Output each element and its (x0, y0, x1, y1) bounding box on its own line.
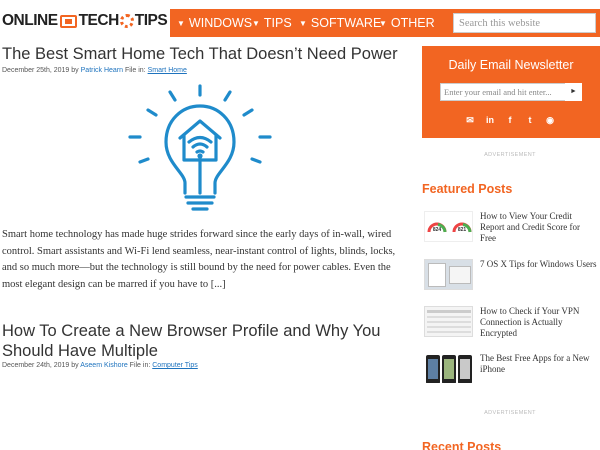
featured-posts-heading: Featured Posts (422, 182, 513, 196)
nav-label: WINDOWS (188, 16, 253, 30)
featured-post-link[interactable]: 7 OS X Tips for Windows Users (480, 259, 598, 270)
featured-post-thumbnail[interactable] (424, 306, 473, 337)
newsletter-title: Daily Email Newsletter (448, 58, 574, 72)
linkedin-icon[interactable]: in (484, 114, 496, 126)
newsletter-submit-button[interactable]: ► (565, 83, 582, 101)
table-line (427, 321, 471, 323)
credit-score-gauges: 824 821 (427, 222, 472, 233)
featured-post-thumbnail[interactable]: 824 821 (424, 211, 473, 242)
advertisement-label: ADVERTISEMENT (484, 410, 536, 416)
email-icon[interactable]: ✉ (464, 114, 476, 126)
phone-image (458, 355, 472, 383)
search-input[interactable] (453, 13, 596, 33)
smart-home-bulb-illustration[interactable] (100, 80, 300, 220)
post-date: December 25th, 2019 (2, 67, 70, 74)
article-excerpt: Smart home technology has made huge stri… (2, 229, 396, 290)
window-preview (428, 263, 446, 287)
author-link[interactable]: Aseem Kishore (80, 362, 127, 369)
title-line: How To Create a New Browser Profile and … (2, 322, 381, 340)
featured-post-link[interactable]: How to View Your Credit Report and Credi… (480, 211, 598, 244)
featured-post-link[interactable]: How to Check if Your VPN Connection is A… (480, 306, 598, 339)
file-in-label: File in: (125, 67, 146, 74)
nav-item-other[interactable]: ▼ OTHER (379, 9, 435, 37)
table-line (427, 310, 471, 313)
nav-label: TIPS (263, 16, 292, 30)
logo-text-tips: TIPS (134, 12, 168, 29)
newsletter-email-input[interactable] (440, 83, 582, 101)
newsletter-box: Daily Email Newsletter ► ✉ in f t ◉ (422, 46, 600, 138)
article-meta: December 24th, 2019 by Aseem Kishore Fil… (2, 362, 198, 369)
nav-label: SOFTWARE (310, 16, 382, 30)
table-line (427, 316, 471, 318)
featured-post-thumbnail[interactable] (424, 259, 473, 290)
caret-down-icon: ▼ (177, 19, 185, 28)
by-label: by (71, 362, 79, 369)
site-logo[interactable]: ONLINE TECH TIPS (2, 8, 168, 34)
post-date: December 24th, 2019 (2, 362, 70, 369)
score-value: 821 (458, 227, 467, 233)
tv-icon (59, 14, 77, 28)
recent-posts-heading: Recent Posts (422, 440, 502, 450)
table-line (427, 326, 471, 328)
score-value: 824 (433, 227, 442, 233)
rss-icon[interactable]: ◉ (544, 114, 556, 126)
logo-text-tech: TECH (78, 12, 120, 29)
category-link[interactable]: Smart Home (148, 67, 187, 74)
gear-icon (119, 14, 134, 28)
nav-item-tips[interactable]: ▼ TIPS (252, 9, 292, 37)
advertisement-label: ADVERTISEMENT (484, 152, 536, 158)
table-line (427, 331, 471, 333)
file-in-label: File in: (129, 362, 151, 369)
window-preview (449, 266, 471, 284)
featured-post-link[interactable]: The Best Free Apps for a New iPhone (480, 353, 598, 375)
caret-down-icon: ▼ (252, 19, 260, 28)
article-title[interactable]: The Best Smart Home Tech That Doesn’t Ne… (2, 44, 398, 64)
caret-down-icon: ▼ (299, 19, 307, 28)
nav-item-software[interactable]: ▼ SOFTWARE (299, 9, 381, 37)
article-meta: December 25th, 2019 by Patrick Hearn Fil… (2, 67, 187, 74)
phone-image (442, 355, 456, 383)
category-link[interactable]: Computer Tips (152, 362, 198, 369)
phone-image (426, 355, 440, 383)
featured-post-thumbnail[interactable] (424, 353, 473, 384)
nav-label: OTHER (390, 16, 435, 30)
twitter-icon[interactable]: t (524, 114, 536, 126)
caret-down-icon: ▼ (379, 19, 387, 28)
author-link[interactable]: Patrick Hearn (81, 67, 123, 74)
facebook-icon[interactable]: f (504, 114, 516, 126)
by-label: by (71, 67, 79, 74)
title-line: Should Have Multiple (2, 342, 158, 360)
logo-text-online: ONLINE (2, 12, 58, 29)
article-title[interactable]: How To Create a New Browser Profile and … (2, 321, 380, 361)
nav-item-windows[interactable]: ▼ WINDOWS (177, 9, 252, 37)
